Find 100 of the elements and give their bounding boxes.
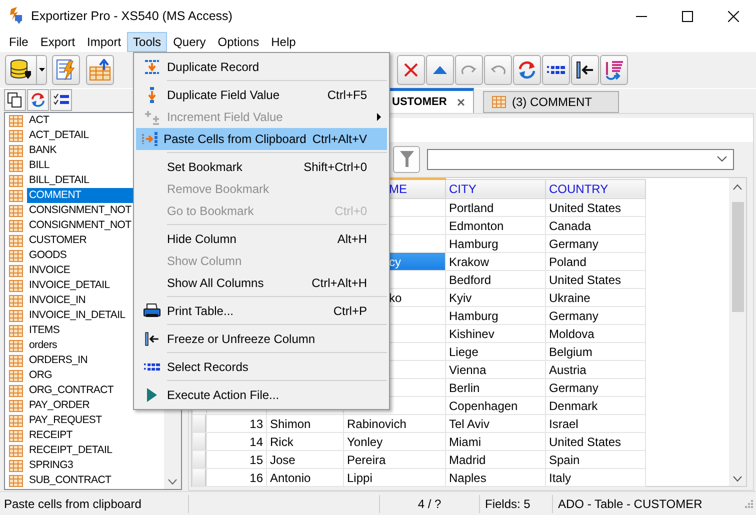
table-cell: United States — [549, 200, 622, 214]
table-list-item[interactable]: INVOICE_IN — [27, 293, 88, 308]
menu-item[interactable]: Import — [81, 32, 128, 52]
menu-entry[interactable]: Paste Cells from Clipboard Ctrl+Alt+V — [136, 128, 387, 150]
table-cell: 14 — [250, 434, 263, 448]
refresh-button[interactable] — [513, 55, 541, 85]
menu-entry[interactable]: Select Records — [136, 356, 387, 378]
table-list-item[interactable]: PAY_ORDER — [27, 398, 92, 413]
menu-entry[interactable]: Freeze or Unfreeze Column — [136, 328, 387, 350]
table-list-item[interactable]: PAY_REQUEST — [27, 413, 104, 428]
database-button[interactable] — [5, 55, 37, 85]
table-list-item[interactable]: ITEMS — [27, 323, 62, 338]
table-list-item[interactable]: ACT — [27, 113, 52, 128]
menu-entry[interactable]: Print Table... Ctrl+P — [136, 300, 387, 322]
chevron-down-icon — [168, 479, 177, 485]
dropdown-button[interactable] — [37, 55, 47, 85]
menu-item[interactable]: Query — [167, 32, 212, 52]
table-cell: Denmark — [549, 398, 598, 412]
menu-entry[interactable]: Duplicate Field Value Ctrl+F5 — [136, 84, 387, 106]
import-button[interactable] — [86, 55, 114, 85]
select-records-button[interactable] — [542, 55, 570, 85]
table-cell: Krakow — [449, 254, 490, 268]
table-list-item[interactable]: INVOICE_DETAIL — [27, 278, 112, 293]
menu-entry[interactable]: Execute Action File... — [136, 384, 387, 406]
scroll-thumb[interactable] — [732, 202, 744, 312]
table-cell: Spain — [549, 452, 580, 466]
table-list-item[interactable]: BILL — [27, 158, 52, 173]
checklist-button[interactable] — [50, 89, 72, 111]
table-list-item[interactable]: INVOICE — [27, 263, 72, 278]
table-list-item[interactable]: ACT_DETAIL — [27, 128, 91, 143]
table-cell: Germany — [549, 236, 598, 250]
table-list-item[interactable]: BANK — [27, 143, 58, 158]
move-up-button[interactable] — [426, 55, 454, 85]
table-icon — [9, 354, 23, 366]
menu-entry[interactable]: Set Bookmark Shift+Ctrl+0 — [136, 156, 387, 178]
caret-icon — [38, 68, 44, 72]
table-list-item[interactable]: GOODS — [27, 248, 69, 263]
table-cell: Miami — [449, 434, 481, 448]
table-cell: Canada — [549, 218, 592, 232]
table-icon — [9, 280, 23, 292]
table-cell: Madrid — [449, 452, 486, 466]
table-cell: 15 — [250, 452, 263, 466]
table-list-item[interactable]: RECEIPT_DETAIL — [27, 443, 114, 458]
filter-button[interactable] — [393, 146, 420, 172]
table-icon — [9, 264, 23, 276]
duplicate-rows-icon — [144, 59, 160, 75]
tab-close-button[interactable]: × — [456, 94, 465, 110]
lightning-button[interactable] — [52, 55, 80, 85]
menu-item[interactable]: File — [3, 32, 34, 52]
table-list-item[interactable]: SUB_CONTRACT — [27, 473, 114, 488]
table-icon — [9, 340, 23, 352]
menu-item[interactable]: Tools — [127, 32, 168, 52]
table-cell: Shimon — [270, 416, 311, 430]
refresh-button[interactable] — [27, 89, 49, 111]
menu-item[interactable]: Help — [265, 32, 302, 52]
table-list-item[interactable]: INVOICE_IN_DETAIL — [27, 308, 128, 323]
redo-button[interactable] — [455, 55, 483, 85]
filter-dropdown[interactable] — [427, 148, 734, 170]
menu-item[interactable]: Options — [212, 32, 266, 52]
table-cell: Jose — [270, 452, 296, 466]
menu-entry[interactable]: Duplicate Record — [136, 56, 387, 78]
column-header[interactable]: ME — [389, 182, 407, 196]
table-list-item[interactable]: CUSTOMER — [27, 233, 88, 248]
scrollbar[interactable] — [729, 178, 746, 486]
chevron-down-icon — [733, 476, 742, 482]
table-cell: Tel Aviv — [449, 416, 490, 430]
table-cell: Yonley — [347, 434, 383, 448]
redo-icon — [461, 65, 477, 75]
copy-button[interactable] — [4, 89, 26, 111]
checklist-icon — [53, 93, 69, 107]
table-list-item[interactable]: RECEIPT — [27, 428, 74, 443]
table-icon — [9, 220, 23, 232]
table-list-item[interactable]: ORDERS_IN — [27, 353, 90, 368]
table-list-item[interactable]: CONSIGNMENT_NOT — [27, 218, 134, 233]
tab[interactable]: (3) COMMENT — [483, 91, 619, 113]
delete-icon — [404, 63, 418, 77]
menu-entry[interactable]: Show All Columns Ctrl+Alt+H — [136, 272, 387, 294]
table-list-item[interactable]: orders — [27, 338, 59, 353]
freeze-button[interactable] — [571, 55, 599, 85]
field-count: Fields: 5 — [480, 494, 553, 512]
table-list-item[interactable]: ORG_CONTRACT — [27, 383, 116, 398]
submenu-arrow-icon — [377, 113, 381, 121]
table-list-item[interactable]: SPRING3 — [27, 458, 75, 473]
table-cell: Pereira — [347, 452, 386, 466]
delete-button[interactable] — [397, 55, 425, 85]
table-list-item[interactable]: BILL_DETAIL — [27, 173, 92, 188]
table-icon — [9, 460, 23, 472]
freeze-column-icon — [144, 331, 160, 347]
table-list-item[interactable]: ORG — [27, 368, 54, 383]
menu-entry[interactable]: Hide Column Alt+H — [136, 228, 387, 250]
chevron-up-icon — [733, 184, 742, 190]
resize-grip-icon[interactable] — [744, 499, 753, 508]
refresh-icon — [30, 92, 46, 108]
undo-button[interactable] — [484, 55, 512, 85]
paste-arrow-icon — [142, 131, 158, 147]
sort-button[interactable] — [600, 55, 628, 85]
menu-item[interactable]: Export — [34, 32, 82, 52]
table-list-item[interactable]: CONSIGNMENT_NOT — [27, 203, 134, 218]
table-cell: Portland — [449, 200, 494, 214]
table-icon — [9, 474, 23, 486]
